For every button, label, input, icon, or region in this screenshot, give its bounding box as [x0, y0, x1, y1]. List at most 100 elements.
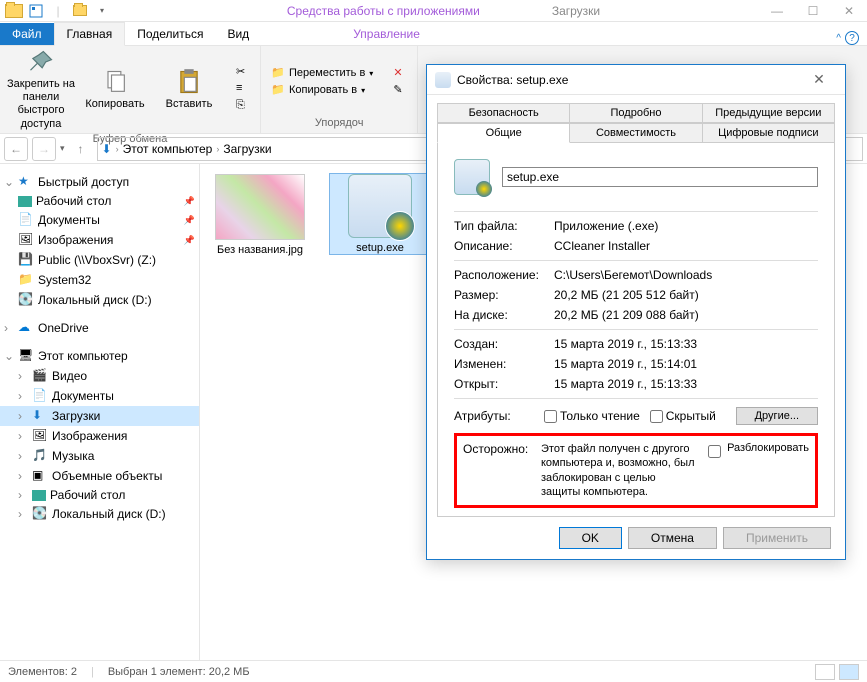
cube-icon: ▣ — [32, 468, 48, 484]
navigation-pane: ⌄★Быстрый доступ Рабочий стол📌 📄Документ… — [0, 164, 200, 660]
qat-properties-icon[interactable] — [26, 1, 46, 21]
item-count: Элементов: 2 — [8, 666, 77, 678]
attributes-label: Атрибуты: — [454, 409, 534, 423]
drive-icon: 💽 — [32, 506, 48, 522]
nav-desktop[interactable]: Рабочий стол📌 — [0, 192, 199, 210]
nav-pictures[interactable]: 🖼Изображения📌 — [0, 230, 199, 250]
up-button[interactable]: ↑ — [69, 137, 93, 161]
cancel-button[interactable]: Отмена — [628, 527, 717, 549]
nav-public-share[interactable]: 💾Public (\\VboxSvr) (Z:) — [0, 250, 199, 270]
tab-security[interactable]: Безопасность — [437, 103, 570, 123]
cut-button[interactable]: ✂ — [232, 64, 254, 80]
tab-manage[interactable]: Управление — [341, 23, 432, 45]
rename-button[interactable]: ✎ — [389, 82, 411, 98]
ribbon-tabs: Файл Главная Поделиться Вид Управление ^… — [0, 22, 867, 46]
dialog-icon — [435, 72, 451, 88]
tab-previous-versions[interactable]: Предыдущие версии — [702, 103, 835, 123]
file-item-exe[interactable]: setup.exe — [330, 174, 430, 254]
help-icon[interactable]: ? — [845, 31, 859, 45]
dialog-close-button[interactable]: ✕ — [801, 71, 837, 88]
nav-downloads[interactable]: ›⬇Загрузки — [0, 406, 199, 426]
organize-group-label: Упорядоч — [267, 115, 411, 131]
tab-home[interactable]: Главная — [54, 22, 126, 46]
details-view-button[interactable] — [815, 664, 835, 680]
copy-to-button[interactable]: 📁Копировать в ▾ — [267, 82, 377, 98]
tab-view[interactable]: Вид — [215, 23, 261, 45]
dialog-tabs: Безопасность Подробно Предыдущие версии … — [427, 95, 845, 143]
pin-button[interactable]: Закрепить на панели быстрого доступа — [6, 48, 76, 131]
breadcrumb-root[interactable]: Этот компьютер — [123, 142, 213, 156]
file-type-icon — [454, 159, 490, 195]
desktop-icon — [32, 490, 46, 501]
location-value: C:\Users\Бегемот\Downloads — [554, 268, 818, 282]
size-value: 20,2 МБ (21 205 512 байт) — [554, 288, 818, 302]
paste-icon — [175, 68, 203, 96]
other-attributes-button[interactable]: Другие... — [736, 407, 818, 425]
nav-localdisk-d-2[interactable]: ›💽Локальный диск (D:) — [0, 504, 199, 524]
pin-icon — [27, 48, 55, 76]
opened-value: 15 марта 2019 г., 15:13:33 — [554, 377, 818, 391]
nav-localdisk-d[interactable]: 💽Локальный диск (D:) — [0, 290, 199, 310]
ok-button[interactable]: OK — [559, 527, 622, 549]
qat-dropdown-icon[interactable]: ▾ — [92, 1, 112, 21]
copy-path-button[interactable]: ≡ — [232, 81, 254, 97]
drive-icon: 💽 — [18, 292, 34, 308]
close-window-button[interactable]: ✕ — [831, 0, 867, 22]
paste-button[interactable]: Вставить — [154, 68, 224, 111]
nav-documents-2[interactable]: ›📄Документы — [0, 386, 199, 406]
unblock-checkbox[interactable]: Разблокировать — [704, 442, 809, 499]
security-warning-box: Осторожно: Этот файл получен с другого к… — [454, 433, 818, 508]
nav-this-pc[interactable]: ⌄🖥Этот компьютер — [0, 346, 199, 366]
qat-divider: | — [48, 1, 68, 21]
window-titlebar: | ▾ Средства работы с приложениями Загру… — [0, 0, 867, 22]
qat-newfolder-icon[interactable] — [70, 1, 90, 21]
readonly-checkbox[interactable]: Только чтение — [544, 409, 640, 423]
tab-share[interactable]: Поделиться — [125, 23, 215, 45]
copy-icon — [101, 68, 129, 96]
video-icon: 🎬 — [32, 368, 48, 384]
nav-desktop-2[interactable]: ›Рабочий стол — [0, 486, 199, 504]
nav-video[interactable]: ›🎬Видео — [0, 366, 199, 386]
dialog-titlebar[interactable]: Свойства: setup.exe ✕ — [427, 65, 845, 95]
modified-label: Изменен: — [454, 357, 554, 371]
tab-signatures[interactable]: Цифровые подписи — [702, 123, 835, 143]
tab-file[interactable]: Файл — [0, 23, 54, 45]
apply-button[interactable]: Применить — [723, 527, 831, 549]
warning-message: Этот файл получен с другого компьютера и… — [541, 442, 696, 499]
tab-details[interactable]: Подробно — [569, 103, 702, 123]
breadcrumb-current[interactable]: Загрузки — [223, 142, 271, 156]
nav-onedrive[interactable]: ›☁OneDrive — [0, 318, 199, 338]
filename-input[interactable] — [502, 167, 818, 187]
properties-dialog: Свойства: setup.exe ✕ Безопасность Подро… — [426, 64, 846, 560]
move-to-button[interactable]: 📁Переместить в ▾ — [267, 65, 377, 81]
nav-pictures-2[interactable]: ›🖼Изображения — [0, 426, 199, 446]
nav-system32[interactable]: 📁System32 — [0, 270, 199, 290]
nav-3d-objects[interactable]: ›▣Объемные объекты — [0, 466, 199, 486]
music-icon: 🎵 — [32, 448, 48, 464]
forward-button[interactable]: → — [32, 137, 56, 161]
back-button[interactable]: ← — [4, 137, 28, 161]
recent-dropdown-icon[interactable]: ▾ — [60, 143, 65, 154]
ribbon-collapse-icon[interactable]: ^ — [836, 33, 841, 44]
file-label: setup.exe — [330, 242, 430, 254]
size-on-disk-value: 20,2 МБ (21 209 088 байт) — [554, 308, 818, 322]
maximize-button[interactable]: ☐ — [795, 0, 831, 22]
moveto-icon: 📁 — [271, 66, 285, 80]
pictures-icon: 🖼 — [32, 428, 48, 444]
delete-button[interactable]: ✕ — [389, 65, 411, 81]
nav-music[interactable]: ›🎵Музыка — [0, 446, 199, 466]
nav-quick-access[interactable]: ⌄★Быстрый доступ — [0, 172, 199, 192]
tab-general[interactable]: Общие — [437, 123, 570, 143]
icons-view-button[interactable] — [839, 664, 859, 680]
nav-documents[interactable]: 📄Документы📌 — [0, 210, 199, 230]
copyto-icon: 📁 — [271, 83, 285, 97]
opened-label: Открыт: — [454, 377, 554, 391]
quick-access-toolbar: | ▾ — [0, 1, 116, 21]
paste-shortcut-button[interactable]: ⎘ — [232, 98, 254, 114]
system-menu-icon[interactable] — [4, 1, 24, 21]
tab-compatibility[interactable]: Совместимость — [569, 123, 702, 143]
hidden-checkbox[interactable]: Скрытый — [650, 409, 716, 423]
minimize-button[interactable]: — — [759, 0, 795, 22]
file-item-image[interactable]: Без названия.jpg — [210, 174, 310, 256]
copy-button[interactable]: Копировать — [80, 68, 150, 111]
